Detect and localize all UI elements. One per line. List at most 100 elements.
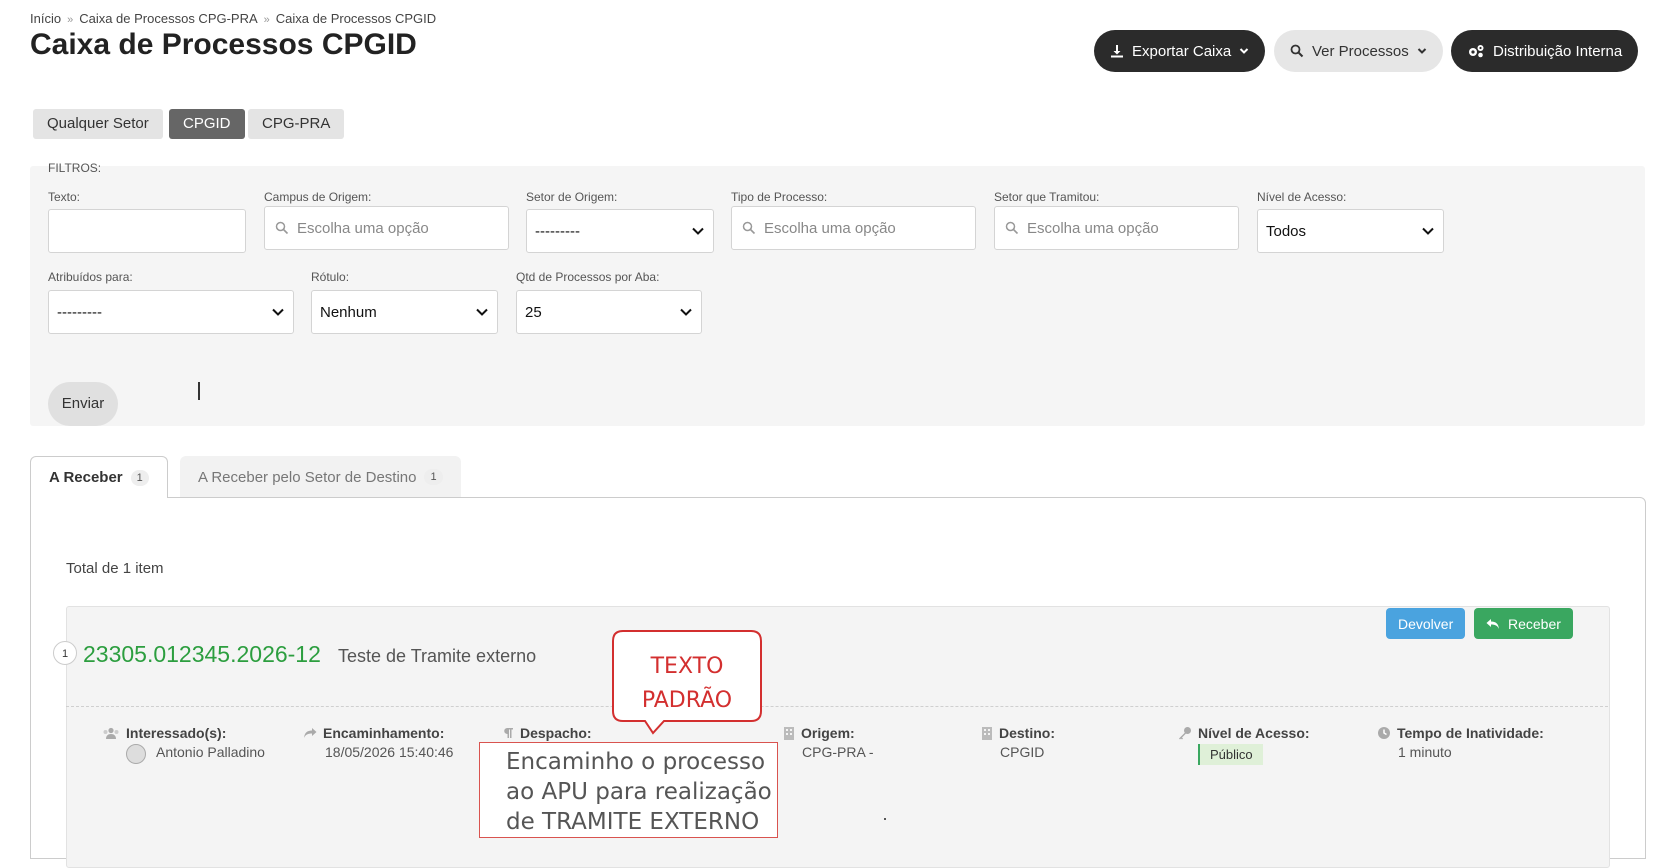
- process-type-placeholder: Escolha uma opção: [764, 219, 896, 237]
- despacho-label: Despacho:: [502, 725, 592, 741]
- destino-label: Destino:: [981, 725, 1055, 741]
- tempo-inatividade-value: 1 minuto: [1398, 744, 1452, 760]
- nivel-acesso-label: Nível de Acesso:: [1178, 725, 1310, 741]
- per-page-value: 25: [525, 303, 542, 321]
- text-filter-input[interactable]: [48, 209, 246, 253]
- process-type-label: Tipo de Processo:: [731, 190, 828, 204]
- callout-text: TEXTO PADRÃO: [611, 650, 763, 718]
- process-index: 1: [53, 641, 77, 665]
- note-line-3: de TRAMITE EXTERNO: [506, 809, 760, 835]
- origin-sector-select[interactable]: ---------: [526, 209, 714, 253]
- tab-a-receber-destino-count: 1: [424, 469, 443, 485]
- download-icon: [1111, 45, 1123, 58]
- origin-sector-label: Setor de Origem:: [526, 190, 618, 204]
- view-processes-button[interactable]: Ver Processos: [1274, 30, 1443, 72]
- receber-button-label: Receber: [1508, 615, 1561, 632]
- text-filter-label: Texto:: [48, 190, 81, 204]
- note-line-1: Encaminho o processo: [506, 749, 766, 775]
- label-filter-select[interactable]: Nenhum: [311, 290, 498, 334]
- sector-tab-cpgid[interactable]: CPGID: [169, 109, 245, 139]
- breadcrumb-home-link[interactable]: Início: [30, 11, 61, 26]
- encaminhamento-label-text: Encaminhamento:: [323, 725, 445, 741]
- assigned-value: ---------: [57, 303, 102, 321]
- access-level-label: Nível de Acesso:: [1257, 190, 1347, 204]
- export-button-label: Exportar Caixa: [1132, 42, 1232, 60]
- origem-value: CPG-PRA -: [802, 744, 874, 760]
- despacho-label-text: Despacho:: [520, 725, 592, 741]
- export-button[interactable]: Exportar Caixa: [1094, 30, 1266, 72]
- origin-sector-value: ---------: [535, 222, 580, 240]
- sector-tab-cpg-pra[interactable]: CPG-PRA: [248, 109, 345, 139]
- access-level-select[interactable]: Todos: [1257, 209, 1444, 253]
- destino-label-text: Destino:: [999, 725, 1055, 741]
- destino-value: CPGID: [1000, 744, 1045, 760]
- label-filter-label: Rótulo:: [311, 270, 350, 284]
- total-count: Total de 1 item: [66, 560, 164, 577]
- share-icon: [304, 728, 317, 738]
- note-line-2: ao APU para realização: [506, 779, 772, 805]
- origem-label-text: Origem:: [801, 725, 855, 741]
- users-icon: [103, 727, 119, 739]
- tramitou-sector-placeholder: Escolha uma opção: [1027, 219, 1159, 237]
- receber-button[interactable]: Receber: [1474, 608, 1573, 639]
- building-icon: [982, 727, 992, 740]
- key-icon: [1179, 727, 1191, 740]
- chevron-down-icon: [1240, 48, 1249, 54]
- tempo-inatividade-label-text: Tempo de Inatividade:: [1397, 725, 1544, 741]
- tab-a-receber-label: A Receber: [49, 469, 123, 486]
- origem-label: Origem:: [783, 725, 855, 741]
- breadcrumb-cpg-pra-link[interactable]: Caixa de Processos CPG-PRA: [79, 11, 257, 26]
- avatar: [126, 744, 146, 764]
- internal-distribution-label: Distribuição Interna: [1493, 42, 1623, 60]
- chevron-down-icon: [1422, 227, 1434, 235]
- tab-a-receber-destino[interactable]: A Receber pelo Setor de Destino 1: [180, 456, 461, 498]
- filters-heading: FILTROS:: [48, 161, 102, 175]
- campus-filter-select[interactable]: Escolha uma opção: [264, 206, 509, 250]
- assigned-select[interactable]: ---------: [48, 290, 294, 334]
- process-number-link[interactable]: 23305.012345.2026-12: [83, 641, 321, 668]
- per-page-label: Qtd de Processos por Aba:: [516, 270, 660, 284]
- campus-filter-placeholder: Escolha uma opção: [297, 219, 429, 237]
- breadcrumb: Início» Caixa de Processos CPG-PRA» Caixa …: [30, 11, 437, 26]
- tab-a-receber[interactable]: A Receber 1: [30, 456, 168, 498]
- stray-dot: [884, 818, 886, 820]
- tramitou-sector-select[interactable]: Escolha uma opção: [994, 206, 1239, 250]
- search-icon: [1005, 221, 1019, 235]
- tramitou-sector-label: Setor que Tramitou:: [994, 190, 1100, 204]
- devolver-button[interactable]: Devolver: [1386, 608, 1466, 639]
- search-icon: [1290, 44, 1304, 58]
- tempo-inatividade-label: Tempo de Inatividade:: [1377, 725, 1544, 741]
- encaminhamento-value: 18/05/2026 15:40:46: [325, 744, 454, 760]
- internal-distribution-button[interactable]: Distribuição Interna: [1451, 30, 1639, 72]
- chevron-down-icon: [692, 227, 704, 235]
- access-level-value: Todos: [1266, 222, 1307, 240]
- per-page-select[interactable]: 25: [516, 290, 702, 334]
- despacho-note-box: Encaminho o processo ao APU para realiza…: [479, 742, 778, 838]
- reply-icon: [1486, 618, 1499, 629]
- callout-line-1: TEXTO: [650, 654, 724, 679]
- breadcrumb-current: Caixa de Processos CPGID: [275, 11, 437, 26]
- building-icon: [784, 727, 794, 740]
- search-icon: [742, 221, 756, 235]
- chevron-down-icon: [680, 308, 692, 316]
- encaminhamento-label: Encaminhamento:: [303, 725, 444, 741]
- interessados-label-text: Interessado(s):: [126, 725, 227, 741]
- page-title: Caixa de Processos CPGID: [30, 28, 417, 61]
- chevron-down-icon: [476, 308, 488, 316]
- cogs-icon: [1469, 45, 1484, 58]
- paragraph-icon: [504, 728, 513, 738]
- clock-icon: [1378, 727, 1390, 739]
- assigned-label: Atribuídos para:: [48, 270, 133, 284]
- sector-tab-qualquer[interactable]: Qualquer Setor: [33, 109, 163, 139]
- campus-filter-label: Campus de Origem:: [264, 190, 372, 204]
- process-type-select[interactable]: Escolha uma opção: [731, 206, 976, 250]
- chevron-down-icon: [1417, 48, 1426, 54]
- tab-a-receber-count: 1: [130, 469, 149, 486]
- tab-a-receber-destino-label: A Receber pelo Setor de Destino: [198, 468, 417, 486]
- submit-filters-button[interactable]: Enviar: [48, 382, 118, 426]
- text-cursor: [198, 382, 200, 400]
- label-filter-value: Nenhum: [320, 303, 377, 321]
- search-icon: [275, 221, 289, 235]
- process-description: Teste de Tramite externo: [338, 646, 537, 666]
- view-processes-label: Ver Processos: [1312, 42, 1409, 60]
